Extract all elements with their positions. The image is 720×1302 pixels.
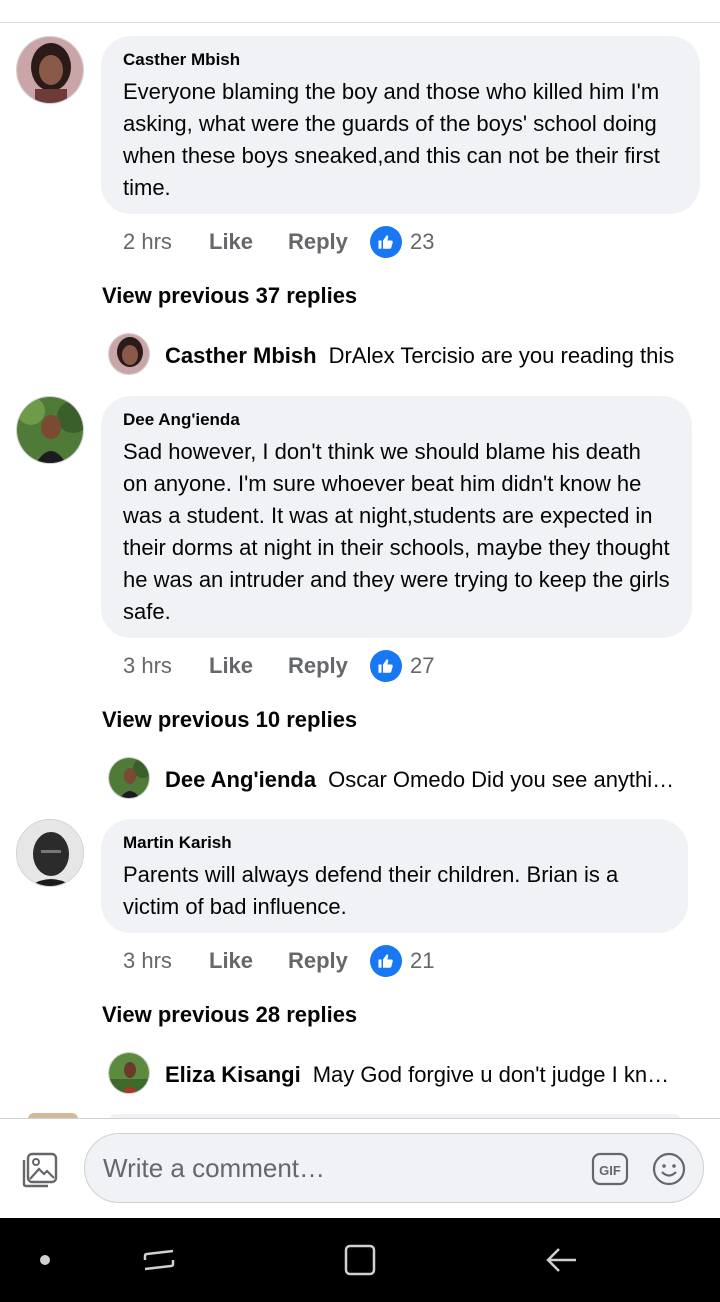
comment-text: Parents will always defend their childre… bbox=[123, 862, 619, 919]
like-button[interactable]: Like bbox=[209, 948, 288, 974]
reply-button[interactable]: Reply bbox=[288, 653, 370, 679]
comment-time[interactable]: 2 hrs bbox=[123, 229, 209, 255]
reply-preview-text: Casther Mbish DrAlex Tercisio are you rea… bbox=[165, 343, 675, 369]
reply-preview-text: Eliza Kisangi May God forgive u don't jud… bbox=[165, 1062, 675, 1088]
photo-icon[interactable] bbox=[20, 1150, 60, 1190]
avatar bbox=[108, 1052, 150, 1094]
dot-icon[interactable] bbox=[25, 1240, 65, 1280]
emoji-icon[interactable] bbox=[650, 1150, 688, 1188]
reaction-count: 21 bbox=[410, 948, 435, 973]
reply-preview-text: Dee Ang'ienda Oscar Omedo Did you see any… bbox=[165, 767, 675, 793]
comment-input-placeholder: Write a comment… bbox=[103, 1153, 326, 1183]
like-button[interactable]: Like bbox=[209, 653, 288, 679]
reactions[interactable]: 23 bbox=[370, 226, 434, 258]
comment-bubble[interactable]: Martin Karish Parents will always defend… bbox=[101, 819, 688, 933]
gif-label: GIF bbox=[599, 1163, 621, 1178]
reply-author: Casther Mbish bbox=[165, 343, 317, 368]
comment-bubble[interactable]: Casther Mbish Everyone blaming the boy a… bbox=[101, 36, 700, 214]
view-previous-replies[interactable]: View previous 10 replies bbox=[102, 707, 357, 733]
view-previous-replies[interactable]: View previous 37 replies bbox=[102, 283, 357, 309]
back-icon[interactable] bbox=[542, 1240, 582, 1280]
avatar[interactable] bbox=[16, 36, 84, 104]
thumbs-up-icon bbox=[370, 945, 402, 977]
top-divider bbox=[0, 22, 720, 23]
view-previous-replies[interactable]: View previous 28 replies bbox=[102, 1002, 357, 1028]
reply-preview[interactable]: Casther Mbish DrAlex Tercisio are you rea… bbox=[0, 333, 720, 377]
recents-icon[interactable] bbox=[139, 1240, 179, 1280]
gif-icon[interactable]: GIF bbox=[591, 1150, 629, 1188]
avatar[interactable] bbox=[16, 396, 84, 464]
comment-actions: 3 hrs Like Reply 27 bbox=[123, 650, 434, 682]
comment-actions: 3 hrs Like Reply 21 bbox=[123, 945, 434, 977]
comment-bubble[interactable]: Dee Ang'ienda Sad however, I don't think… bbox=[101, 396, 692, 638]
comment-composer: Write a comment… GIF bbox=[0, 1118, 720, 1219]
reply-text: May God forgive u don't judge I know bbox=[312, 1062, 675, 1087]
reply-text: DrAlex Tercisio are you reading this bbox=[328, 343, 675, 368]
reply-preview[interactable]: Dee Ang'ienda Oscar Omedo Did you see any… bbox=[0, 757, 720, 801]
comment-actions: 2 hrs Like Reply 23 bbox=[123, 226, 434, 258]
comment-text: Everyone blaming the boy and those who k… bbox=[123, 79, 660, 200]
thumbs-up-icon bbox=[370, 226, 402, 258]
comment-text: Sad however, I don't think we should bla… bbox=[123, 439, 670, 624]
reply-preview[interactable]: Eliza Kisangi May God forgive u don't jud… bbox=[0, 1052, 720, 1096]
home-icon[interactable] bbox=[340, 1240, 380, 1280]
comment-time[interactable]: 3 hrs bbox=[123, 653, 209, 679]
reaction-count: 23 bbox=[410, 229, 435, 254]
comment-author[interactable]: Martin Karish bbox=[123, 833, 666, 853]
avatar bbox=[108, 757, 150, 799]
reply-author: Eliza Kisangi bbox=[165, 1062, 301, 1087]
avatar bbox=[108, 333, 150, 375]
reactions[interactable]: 21 bbox=[370, 945, 434, 977]
comment-author[interactable]: Casther Mbish bbox=[123, 50, 678, 70]
thumbs-up-icon bbox=[370, 650, 402, 682]
comment-input[interactable]: Write a comment… GIF bbox=[84, 1133, 704, 1203]
reply-author: Dee Ang'ienda bbox=[165, 767, 317, 792]
reply-button[interactable]: Reply bbox=[288, 229, 370, 255]
reply-text: Oscar Omedo Did you see anything bbox=[328, 767, 675, 792]
reaction-count: 27 bbox=[410, 653, 435, 678]
comment-author[interactable]: Dee Ang'ienda bbox=[123, 410, 670, 430]
comment-time[interactable]: 3 hrs bbox=[123, 948, 209, 974]
system-navigation-bar bbox=[0, 1218, 720, 1302]
avatar[interactable] bbox=[16, 819, 84, 887]
like-button[interactable]: Like bbox=[209, 229, 288, 255]
reply-button[interactable]: Reply bbox=[288, 948, 370, 974]
reactions[interactable]: 27 bbox=[370, 650, 434, 682]
